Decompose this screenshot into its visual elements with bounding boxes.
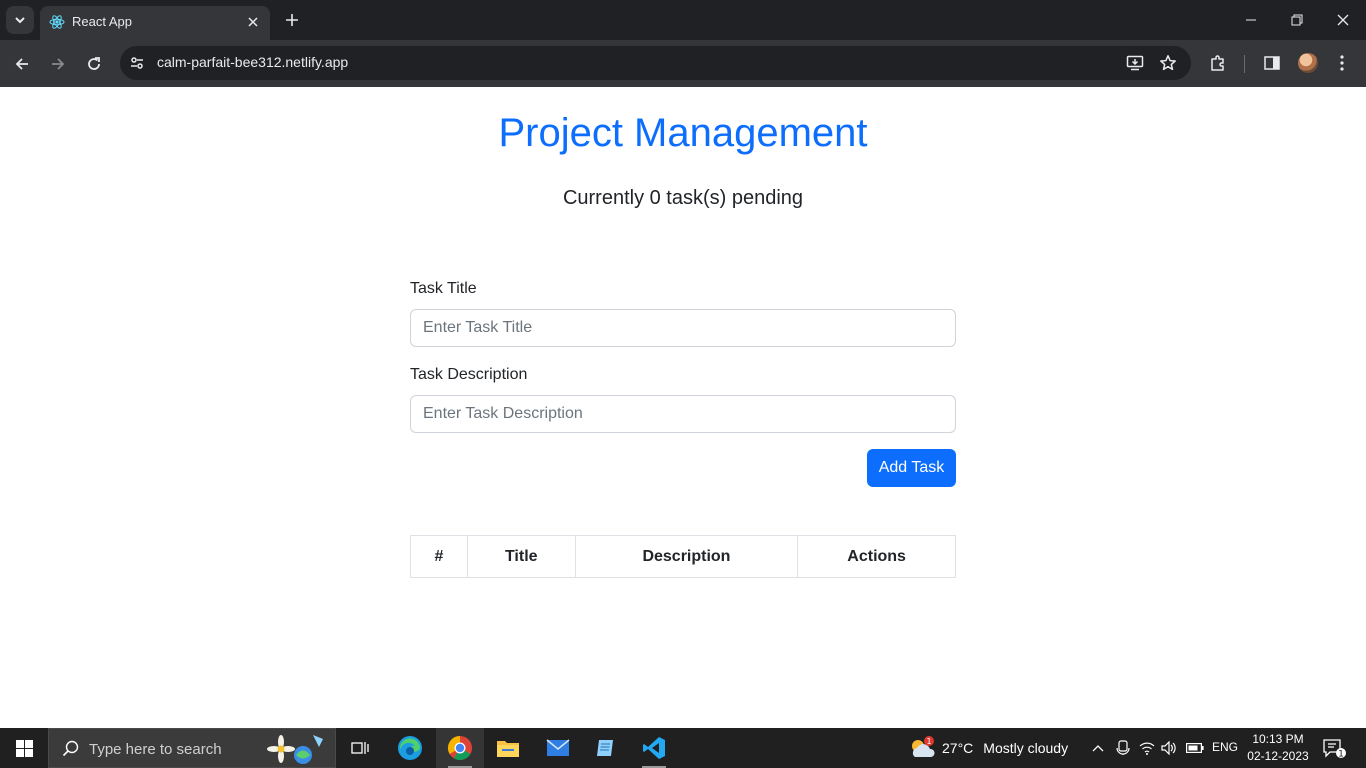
minimize-icon [1246, 19, 1256, 21]
url-text[interactable]: calm-parfait-bee312.netlify.app [157, 54, 348, 70]
browser-menu-button[interactable] [1332, 53, 1352, 73]
pending-count-text: Currently 0 task(s) pending [562, 187, 804, 209]
notification-center-button[interactable]: 1 [1322, 738, 1346, 760]
page-title: Project Management [498, 111, 868, 155]
browser-tab[interactable]: React App [40, 6, 270, 40]
forward-button[interactable] [46, 52, 70, 76]
page-content: Project Management Currently 0 task(s) p… [0, 87, 1366, 728]
tasks-table: # Title Description Actions [410, 535, 956, 578]
vscode-icon [643, 737, 665, 759]
tray-battery[interactable] [1185, 738, 1205, 758]
cloudy-weather-icon: 1 [912, 736, 935, 757]
weather-condition: Mostly cloudy [983, 740, 1069, 756]
speaker-icon [1161, 741, 1176, 755]
tune-icon [131, 57, 143, 69]
tray-meet-now[interactable] [1113, 738, 1133, 758]
tray-network[interactable] [1137, 738, 1157, 758]
wifi-icon [1139, 742, 1155, 755]
taskbar-mail[interactable] [534, 728, 582, 768]
weather-temperature: 27°C [942, 740, 974, 756]
taskbar-edge[interactable] [386, 728, 434, 768]
side-panel-icon [1264, 56, 1280, 70]
windows-logo-icon [15, 739, 33, 757]
browser-toolbar: calm-parfait-bee312.netlify.app [0, 40, 1366, 87]
clock-date: 02-12-2023 [1247, 749, 1309, 763]
puzzle-icon [1211, 55, 1224, 71]
mail-icon [546, 739, 570, 756]
table-header-row: # Title Description Actions [410, 535, 956, 578]
plus-icon [286, 14, 298, 26]
taskbar-file-explorer[interactable] [484, 728, 532, 768]
more-vertical-icon [1340, 55, 1344, 71]
search-icon [62, 740, 79, 757]
device-icon [1116, 740, 1130, 755]
close-icon [248, 17, 258, 27]
minimize-button[interactable] [1236, 8, 1266, 32]
arrow-right-icon [52, 58, 65, 70]
task-view-button[interactable] [336, 728, 384, 768]
close-icon [1337, 14, 1349, 26]
tab-close-button[interactable] [244, 13, 262, 31]
side-panel-button[interactable] [1262, 53, 1282, 73]
weather-badge: 1 [926, 737, 931, 746]
install-icon [1126, 55, 1144, 71]
install-app-button[interactable] [1126, 54, 1144, 72]
new-tab-button[interactable] [282, 10, 302, 30]
task-description-label: Task Description [410, 366, 528, 383]
battery-icon [1186, 743, 1204, 753]
weather-widget[interactable]: 1 27°C Mostly cloudy [908, 728, 1068, 768]
clock-time: 10:13 PM [1252, 732, 1304, 746]
notification-count: 1 [1338, 750, 1344, 759]
task-view-icon [351, 742, 369, 754]
bookmark-button[interactable] [1159, 54, 1177, 72]
chevron-down-icon [15, 17, 25, 24]
notification-icon: 1 [1323, 739, 1346, 760]
address-bar[interactable]: calm-parfait-bee312.netlify.app [120, 46, 1191, 80]
input-language-indicator[interactable]: ENG [1212, 740, 1238, 754]
chrome-icon [447, 736, 472, 761]
tab-search-button[interactable] [6, 6, 34, 34]
search-highlight-illustration-icon [267, 735, 323, 764]
folder-icon [497, 741, 519, 757]
start-button[interactable] [0, 728, 48, 768]
task-title-input[interactable] [410, 309, 956, 347]
column-header-title: Title [466, 535, 576, 578]
notepad-icon [597, 740, 613, 756]
toolbar-divider [1244, 55, 1245, 73]
reload-icon [88, 57, 100, 70]
restore-icon [1291, 14, 1303, 26]
browser-tab-strip: React App [0, 0, 1366, 40]
star-icon [1160, 55, 1176, 71]
site-info-button[interactable] [128, 54, 146, 72]
extensions-button[interactable] [1208, 53, 1228, 73]
column-header-actions: Actions [797, 535, 956, 578]
taskbar-search-box[interactable]: Type here to search [48, 728, 336, 768]
column-header-description: Description [574, 535, 799, 578]
close-window-button[interactable] [1328, 8, 1358, 32]
profile-avatar[interactable] [1298, 53, 1318, 73]
tab-title: React App [72, 14, 132, 29]
react-logo-icon [49, 15, 65, 29]
chevron-up-icon [1092, 745, 1104, 752]
task-title-label: Task Title [410, 280, 477, 297]
taskbar-notepad-app[interactable] [582, 728, 630, 768]
tray-volume[interactable] [1159, 738, 1179, 758]
restore-button[interactable] [1282, 8, 1312, 32]
taskbar-chrome[interactable] [436, 728, 484, 768]
task-description-input[interactable] [410, 395, 956, 433]
back-button[interactable] [10, 52, 34, 76]
windows-taskbar: Type here to search 1 27°C Mostly cloudy… [0, 728, 1366, 768]
taskbar-search-placeholder: Type here to search [89, 741, 222, 758]
add-task-button[interactable]: Add Task [867, 449, 956, 487]
column-header-number: # [410, 535, 468, 578]
taskbar-vscode[interactable] [630, 728, 678, 768]
edge-icon [398, 736, 422, 760]
show-hidden-icons-button[interactable] [1088, 738, 1108, 758]
reload-button[interactable] [82, 52, 106, 76]
arrow-left-icon [15, 58, 28, 70]
taskbar-clock[interactable]: 10:13 PM 02-12-2023 [1240, 731, 1316, 765]
